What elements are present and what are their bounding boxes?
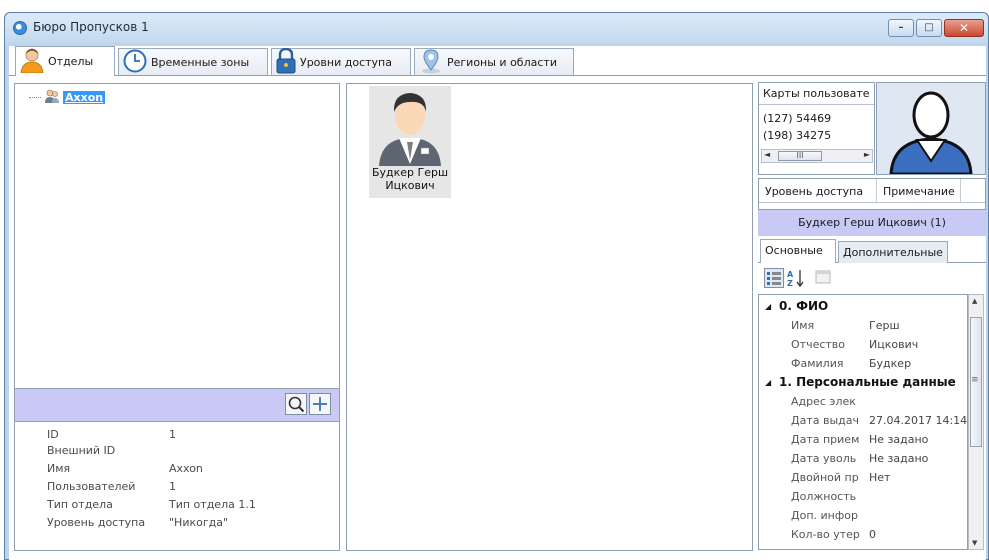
clock-icon <box>123 49 147 76</box>
minimize-button[interactable]: – <box>888 19 914 37</box>
property-row[interactable]: Кол-во утер 0 <box>759 525 967 543</box>
svg-text:A: A <box>787 270 794 279</box>
person-icon <box>20 47 44 76</box>
property-grid-toolbar: A Z <box>758 263 986 294</box>
tab-main[interactable]: Основные <box>760 239 836 263</box>
employee-name: Будкер Герш Ицкович <box>371 166 449 192</box>
categorized-icon <box>767 272 781 285</box>
tab-label: Временные зоны <box>151 55 250 69</box>
prop-row: Пользователей 1 <box>47 480 176 493</box>
prop-row: Уровень доступа "Никогда" <box>47 516 229 529</box>
cards-horizontal-scrollbar[interactable]: ◄ III ► <box>761 149 873 163</box>
prop-row: ID 1 <box>47 428 176 441</box>
selected-employee-header: Будкер Герш Ицкович (1) <box>758 210 986 236</box>
property-row[interactable]: Дата уволь Не задано <box>759 449 967 467</box>
property-row[interactable]: Дата прием Не задано <box>759 430 967 448</box>
app-icon <box>13 21 27 35</box>
property-row[interactable]: Отчество Ицкович <box>759 335 967 353</box>
tree-connector <box>29 96 41 98</box>
cards-header[interactable]: Карты пользовате <box>759 83 874 105</box>
property-row[interactable]: Двойной пр Нет <box>759 468 967 486</box>
tree-node-label[interactable]: Axxon <box>63 90 106 104</box>
employee-subtabs: Основные Дополнительные <box>758 237 986 263</box>
tab-label: Уровни доступа <box>300 55 392 69</box>
property-row[interactable]: Адрес элек <box>759 392 967 410</box>
people-icon <box>44 88 60 107</box>
employee-gallery: Будкер Герш Ицкович <box>346 83 753 551</box>
close-button[interactable]: ✕ <box>944 19 984 37</box>
tree-toolbar <box>14 389 340 421</box>
scroll-left-icon[interactable]: ◄ <box>764 150 770 159</box>
category-row[interactable]: ◢ 1. Персональные данные <box>759 373 967 391</box>
property-row[interactable]: Должность <box>759 487 967 505</box>
search-button[interactable] <box>285 393 307 415</box>
tab-time-zones[interactable]: Временные зоны <box>118 48 268 75</box>
property-pages-button[interactable] <box>814 268 834 288</box>
prop-row: Имя Axxon <box>47 462 203 475</box>
card-item[interactable]: (127) 54469 <box>763 112 831 125</box>
lock-icon <box>276 47 296 77</box>
access-levels-table: Уровень доступа Примечание <box>758 178 986 210</box>
search-icon <box>288 396 305 413</box>
tab-access-levels[interactable]: Уровни доступа <box>271 47 411 77</box>
map-pin-icon <box>419 48 443 77</box>
tab-regions[interactable]: Регионы и области <box>414 48 574 75</box>
department-tree[interactable]: Axxon <box>14 83 340 389</box>
categorized-button[interactable] <box>764 268 784 288</box>
collapse-icon[interactable]: ◢ <box>765 378 771 387</box>
category-row[interactable]: ◢ 0. ФИО <box>759 297 967 315</box>
property-grid[interactable]: ◢ 0. ФИО Имя Герш Отчество Ицкович Фамилия… <box>758 294 968 550</box>
tab-additional[interactable]: Дополнительные <box>838 241 948 263</box>
svg-text:Z: Z <box>787 279 793 288</box>
card-item[interactable]: (198) 34275 <box>763 129 831 142</box>
window-title: Бюро Пропусков 1 <box>33 20 149 34</box>
title-bar[interactable]: Бюро Пропусков 1 – □ ✕ <box>5 13 988 43</box>
plus-icon <box>313 397 327 411</box>
window-controls: – □ ✕ <box>888 19 984 39</box>
scroll-up-icon[interactable]: ▲ <box>972 297 977 305</box>
employee-photo <box>876 82 986 176</box>
maximize-button[interactable]: □ <box>916 19 942 37</box>
employee-avatar-icon <box>379 93 441 166</box>
access-table-header: Уровень доступа Примечание <box>759 179 985 203</box>
scroll-down-icon[interactable]: ▼ <box>972 539 977 547</box>
column-note[interactable]: Примечание <box>877 179 961 202</box>
property-row[interactable]: Доп. инфор <box>759 506 967 524</box>
property-row[interactable]: Фамилия Будкер <box>759 354 967 372</box>
grip-icon: ≡ <box>971 375 979 385</box>
prop-row: Тип отдела Тип отдела 1.1 <box>47 498 256 511</box>
collapse-icon[interactable]: ◢ <box>765 302 771 311</box>
scroll-right-icon[interactable]: ► <box>864 150 870 159</box>
sort-alphabetical-button[interactable]: A Z <box>786 268 806 288</box>
employee-tile[interactable]: Будкер Герш Ицкович <box>369 86 451 198</box>
property-grid-scrollbar[interactable]: ▲ ≡ ▼ <box>968 294 984 550</box>
property-pages-icon <box>815 270 831 284</box>
user-silhouette-icon <box>889 91 973 176</box>
add-department-button[interactable] <box>309 393 331 415</box>
tree-node-root[interactable]: Axxon <box>29 88 106 107</box>
tab-departments[interactable]: Отделы <box>15 46 115 76</box>
department-properties: ID 1 Внешний ID Имя Axxon Пользователей 1 Т… <box>14 421 340 551</box>
user-cards-list[interactable]: Карты пользовате (127) 54469 (198) 34275… <box>758 82 875 175</box>
tab-label: Регионы и области <box>447 55 557 69</box>
column-access-level[interactable]: Уровень доступа <box>759 179 877 202</box>
property-row[interactable]: Имя Герш <box>759 316 967 334</box>
scroll-thumb[interactable]: III <box>778 151 822 161</box>
tab-label: Отделы <box>48 55 94 68</box>
main-tabstrip: Отделы Временные зоны Уровни доступа Рег… <box>9 46 986 76</box>
sort-az-icon: A Z <box>787 270 804 288</box>
property-row[interactable]: Дата выдач 27.04.2017 14:14 <box>759 411 967 429</box>
prop-row: Внешний ID <box>47 444 116 457</box>
